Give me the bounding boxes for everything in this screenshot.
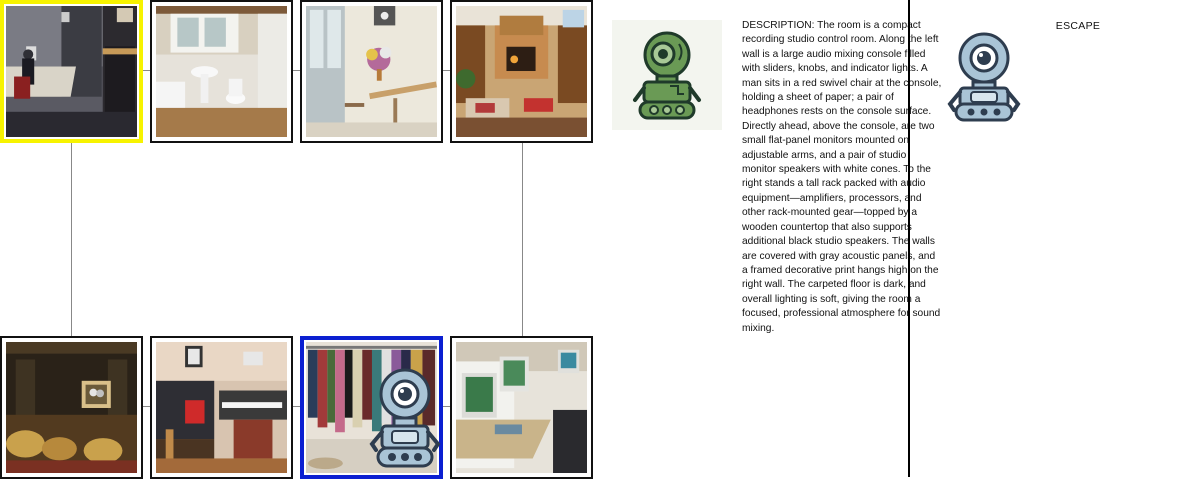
connector-right-vertical: [522, 141, 523, 337]
room-image-lab: [456, 342, 587, 473]
connector-left-vertical: [71, 141, 72, 337]
room-image-studio: [6, 6, 137, 137]
room-recording-studio[interactable]: [0, 0, 143, 143]
escape-button[interactable]: ESCAPE: [1040, 20, 1116, 32]
room-image-hall: [306, 6, 437, 137]
room-closet[interactable]: [300, 336, 443, 479]
room-bathroom[interactable]: [150, 0, 293, 143]
green-robot-icon: [633, 31, 701, 120]
blue-robot-icon: [947, 32, 1021, 122]
room-image-theater: [6, 342, 137, 473]
room-image-bathroom: [156, 6, 287, 137]
room-map: [0, 0, 600, 479]
room-music-room[interactable]: [150, 336, 293, 479]
room-image-living: [456, 6, 587, 137]
room-computer-lab[interactable]: [450, 336, 593, 479]
player-panel: [612, 20, 722, 130]
room-description: DESCRIPTION: The room is a compact recor…: [742, 20, 942, 334]
room-image-music: [156, 342, 287, 473]
blue-robot-icon: [369, 368, 441, 468]
room-living-room[interactable]: [450, 0, 593, 143]
room-home-theater[interactable]: [0, 336, 143, 479]
room-hallway-flowers[interactable]: [300, 0, 443, 143]
panel-divider: [908, 0, 910, 477]
